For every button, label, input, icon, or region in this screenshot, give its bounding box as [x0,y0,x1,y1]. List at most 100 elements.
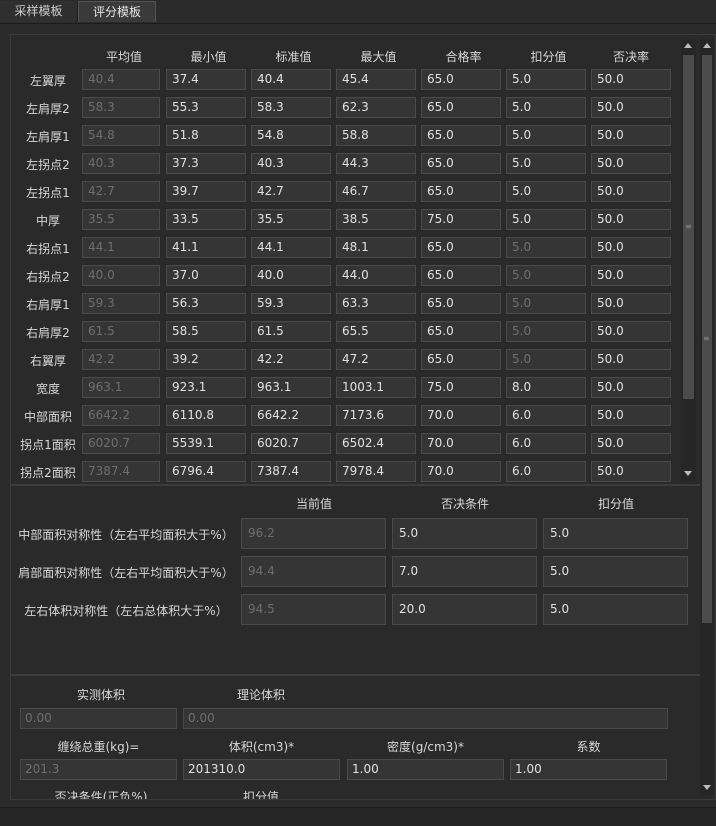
grid-cell[interactable]: 5539.1 [166,433,246,454]
grid-cell[interactable]: 42.7 [82,181,160,202]
grid-cell[interactable]: 44.1 [82,237,160,258]
grid-cell[interactable]: 5.0 [506,97,586,118]
grid-cell[interactable]: 50.0 [591,97,671,118]
grid-cell[interactable]: 923.1 [166,377,246,398]
grid-cell[interactable]: 44.3 [336,153,416,174]
grid-cell[interactable]: 50.0 [591,209,671,230]
grid-cell[interactable]: 7387.4 [82,461,160,482]
grid-cell[interactable]: 59.3 [82,293,160,314]
symmetry-cell[interactable]: 5.0 [392,518,537,549]
measured-volume-field[interactable]: 0.00 [20,708,177,729]
grid-cell[interactable]: 54.8 [251,125,331,146]
grid-cell[interactable]: 70.0 [421,461,501,482]
grid-cell[interactable]: 5.0 [506,181,586,202]
grid-cell[interactable]: 61.5 [82,321,160,342]
grid-cell[interactable]: 56.3 [166,293,246,314]
scroll-up-icon[interactable] [684,43,692,48]
grid-cell[interactable]: 7387.4 [251,461,331,482]
grid-cell[interactable]: 65.0 [421,153,501,174]
grid-cell[interactable]: 58.3 [82,97,160,118]
grid-cell[interactable]: 6642.2 [82,405,160,426]
grid-cell[interactable]: 50.0 [591,349,671,370]
grid-cell[interactable]: 50.0 [591,125,671,146]
grid-cell[interactable]: 40.0 [251,265,331,286]
grid-cell[interactable]: 6020.7 [82,433,160,454]
grid-cell[interactable]: 50.0 [591,181,671,202]
volume-field[interactable]: 201310.0 [183,759,340,780]
grid-cell[interactable]: 6020.7 [251,433,331,454]
grid-cell[interactable]: 58.8 [336,125,416,146]
grid-cell[interactable]: 50.0 [591,69,671,90]
grid-cell[interactable]: 54.8 [82,125,160,146]
grid-cell[interactable]: 5.0 [506,125,586,146]
grid-cell[interactable]: 50.0 [591,377,671,398]
grid-cell[interactable]: 33.5 [166,209,246,230]
grid-cell[interactable]: 6796.4 [166,461,246,482]
grid-cell[interactable]: 50.0 [591,433,671,454]
grid-cell[interactable]: 5.0 [506,349,586,370]
grid-cell[interactable]: 37.4 [166,69,246,90]
grid-cell[interactable]: 6.0 [506,405,586,426]
grid-cell[interactable]: 40.0 [82,265,160,286]
grid-cell[interactable]: 40.4 [251,69,331,90]
symmetry-cell[interactable]: 94.5 [241,594,386,625]
grid-cell[interactable]: 50.0 [591,153,671,174]
grid-cell[interactable]: 65.0 [421,125,501,146]
grid-cell[interactable]: 70.0 [421,433,501,454]
grid-cell[interactable]: 5.0 [506,153,586,174]
grid-cell[interactable]: 6642.2 [251,405,331,426]
grid-cell[interactable]: 65.0 [421,69,501,90]
grid-cell[interactable]: 65.0 [421,237,501,258]
grid-cell[interactable]: 65.5 [336,321,416,342]
grid-cell[interactable]: 1003.1 [336,377,416,398]
grid-cell[interactable]: 42.2 [251,349,331,370]
scroll-down-icon[interactable] [684,471,692,476]
grid-cell[interactable]: 42.2 [82,349,160,370]
grid-cell[interactable]: 65.0 [421,321,501,342]
grid-cell[interactable]: 5.0 [506,237,586,258]
grid-cell[interactable]: 5.0 [506,293,586,314]
grid-cell[interactable]: 44.0 [336,265,416,286]
grid-cell[interactable]: 37.3 [166,153,246,174]
grid-cell[interactable]: 39.2 [166,349,246,370]
winding-weight-field[interactable]: 201.3 [20,759,177,780]
grid-cell[interactable]: 58.5 [166,321,246,342]
grid-cell[interactable]: 6110.8 [166,405,246,426]
grid-cell[interactable]: 5.0 [506,265,586,286]
grid-cell[interactable]: 55.3 [166,97,246,118]
grid-cell[interactable]: 39.7 [166,181,246,202]
panel-scrollbar[interactable]: ≡ [700,39,714,795]
grid-cell[interactable]: 7173.6 [336,405,416,426]
grid-cell[interactable]: 75.0 [421,209,501,230]
panel-scroll-up-icon[interactable] [703,43,711,48]
grid-cell[interactable]: 41.1 [166,237,246,258]
grid-cell[interactable]: 44.1 [251,237,331,258]
grid-cell[interactable]: 51.8 [166,125,246,146]
grid-cell[interactable]: 42.7 [251,181,331,202]
panel-scroll-down-icon[interactable] [703,785,711,790]
grid-cell[interactable]: 65.0 [421,181,501,202]
grid-cell[interactable]: 963.1 [82,377,160,398]
grid-cell[interactable]: 5.0 [506,69,586,90]
grid-scroll-thumb[interactable]: ≡ [683,55,694,399]
grid-cell[interactable]: 35.5 [251,209,331,230]
grid-cell[interactable]: 48.1 [336,237,416,258]
grid-cell[interactable]: 65.0 [421,265,501,286]
grid-cell[interactable]: 50.0 [591,237,671,258]
grid-cell[interactable]: 50.0 [591,293,671,314]
symmetry-cell[interactable]: 7.0 [392,556,537,587]
symmetry-cell[interactable]: 5.0 [543,556,688,587]
grid-cell[interactable]: 50.0 [591,321,671,342]
grid-cell[interactable]: 46.7 [336,181,416,202]
grid-cell[interactable]: 70.0 [421,405,501,426]
symmetry-cell[interactable]: 5.0 [543,518,688,549]
grid-cell[interactable]: 75.0 [421,377,501,398]
grid-cell[interactable]: 5.0 [506,321,586,342]
grid-cell[interactable]: 45.4 [336,69,416,90]
symmetry-cell[interactable]: 5.0 [543,594,688,625]
grid-cell[interactable]: 61.5 [251,321,331,342]
tab-sampling-template[interactable]: 采样模板 [0,1,78,22]
grid-cell[interactable]: 65.0 [421,349,501,370]
grid-cell[interactable]: 50.0 [591,265,671,286]
grid-cell[interactable]: 6.0 [506,433,586,454]
